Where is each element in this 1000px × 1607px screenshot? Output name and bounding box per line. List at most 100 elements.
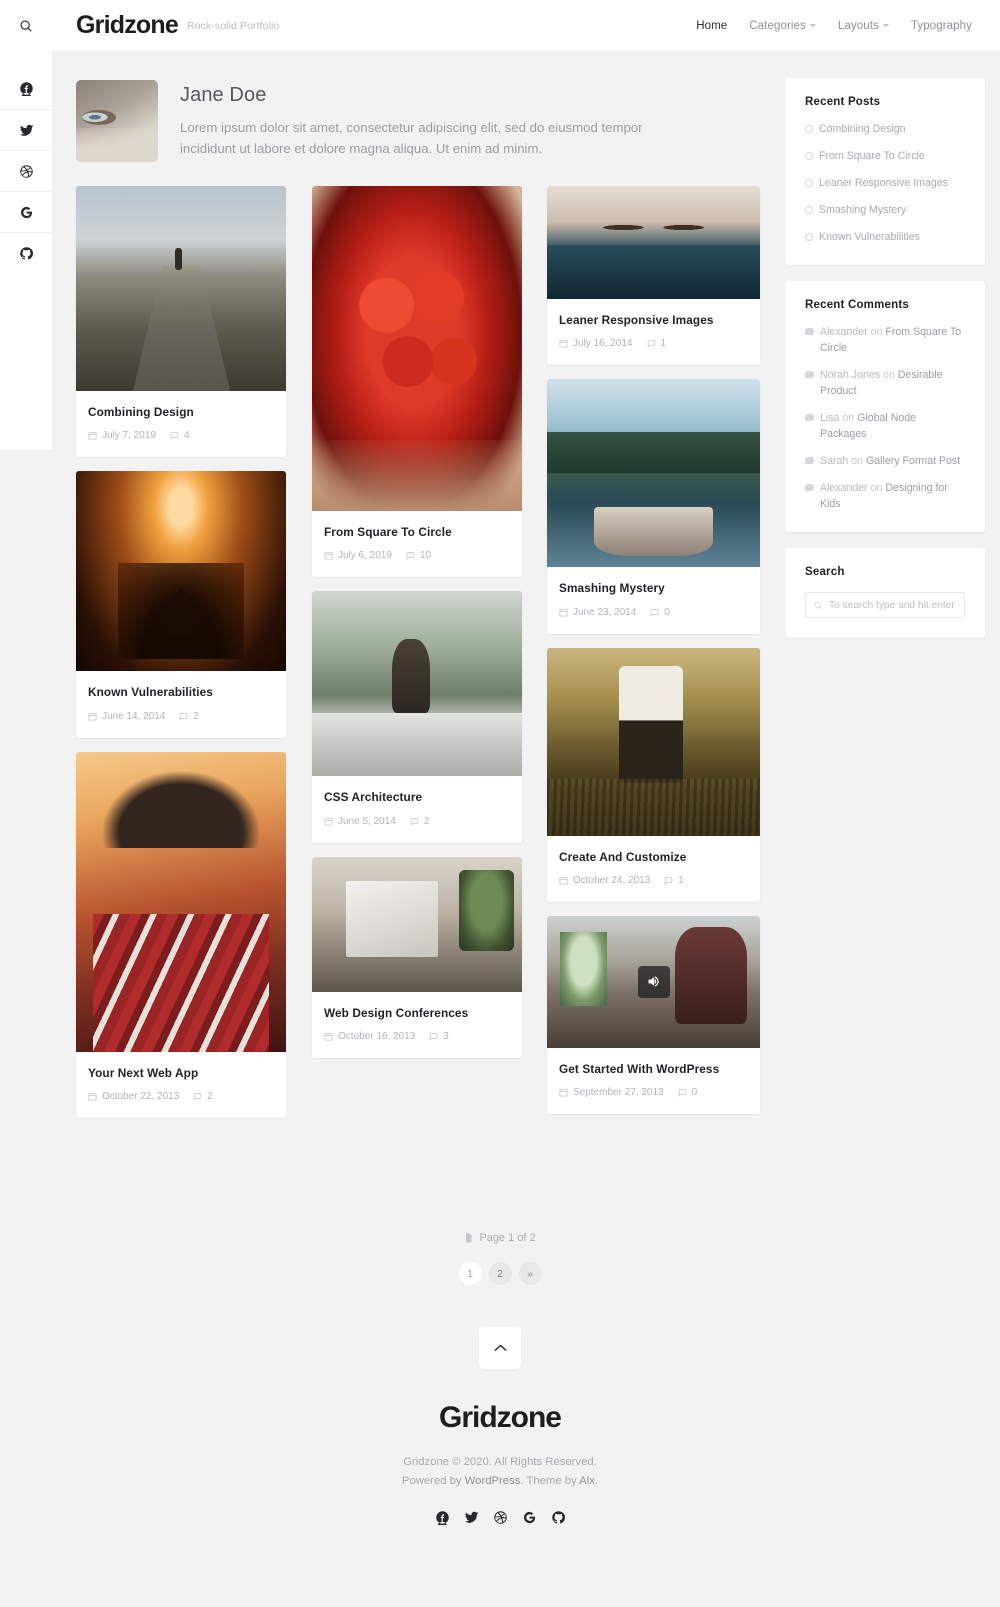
post-comments[interactable]: 2 <box>410 816 429 827</box>
post-title[interactable]: CSS Architecture <box>324 790 510 805</box>
nav-item-home[interactable]: Home <box>696 20 727 32</box>
post-title[interactable]: From Square To Circle <box>324 525 510 540</box>
social-link-github[interactable] <box>0 232 52 273</box>
social-link-dribbble[interactable] <box>0 150 52 191</box>
footer-social-google[interactable] <box>522 1510 537 1530</box>
social-link-google[interactable] <box>0 191 52 232</box>
post-thumbnail[interactable] <box>312 186 522 511</box>
post-title[interactable]: Create And Customize <box>559 850 748 865</box>
search-icon <box>20 20 32 32</box>
post-card[interactable]: Known Vulnerabilities June 14, 2014 2 <box>76 471 286 738</box>
nav-item-layouts[interactable]: Layouts <box>838 20 889 32</box>
post-thumbnail[interactable] <box>547 379 760 568</box>
footer-credits-line: Powered by WordPress. Theme by Alx. <box>0 1472 1000 1491</box>
post-meta: June 14, 2014 2 <box>88 711 274 722</box>
pager-page-2[interactable]: 2 <box>488 1262 512 1285</box>
recent-post-label: Known Vulnerabilities <box>819 230 920 243</box>
post-comments[interactable]: 10 <box>406 550 431 561</box>
recent-posts-list: Combining Design From Square To Circle L… <box>805 122 965 245</box>
author-bio-text: Jane Doe Lorem ipsum dolor sit amet, con… <box>180 80 650 162</box>
wordpress-link[interactable]: WordPress <box>465 1475 521 1487</box>
post-comments[interactable]: 0 <box>650 607 670 618</box>
pager-next[interactable]: » <box>518 1262 542 1285</box>
post-card[interactable]: From Square To Circle July 6, 2019 10 <box>312 186 522 578</box>
post-thumbnail[interactable] <box>76 751 286 1052</box>
post-thumbnail[interactable] <box>76 186 286 391</box>
post-comments[interactable]: 2 <box>179 711 199 722</box>
post-card[interactable]: Web Design Conferences October 16, 2013 … <box>312 856 522 1058</box>
post-thumbnail[interactable] <box>547 915 760 1048</box>
list-item[interactable]: Alexander on Designing for Kids <box>805 481 965 513</box>
search-input[interactable]: To search type and hit enter <box>805 592 965 619</box>
nav-item-typography-label: Typography <box>910 19 972 32</box>
rail-search-button[interactable] <box>0 0 52 52</box>
post-title[interactable]: Combining Design <box>88 405 274 420</box>
widget-search: Search To search type and hit enter <box>785 548 985 639</box>
post-title[interactable]: Known Vulnerabilities <box>88 685 274 700</box>
list-item[interactable]: Alexander on From Square To Circle <box>805 325 965 357</box>
post-card[interactable]: Combining Design July 7, 2019 4 <box>76 186 286 458</box>
nav-item-layouts-label: Layouts <box>837 19 879 32</box>
list-item[interactable]: Combining Design <box>805 122 965 138</box>
post-card[interactable]: Get Started With WordPress September 27,… <box>547 915 760 1115</box>
post-comments-count: 3 <box>443 1030 449 1042</box>
post-card[interactable]: Leaner Responsive Images July 16, 2014 1 <box>547 186 760 366</box>
site-logo[interactable]: Gridzone <box>76 11 179 40</box>
post-title[interactable]: Web Design Conferences <box>324 1006 510 1021</box>
footer-social-dribbble[interactable] <box>493 1510 508 1530</box>
post-title[interactable]: Leaner Responsive Images <box>559 313 748 328</box>
list-item[interactable]: Known Vulnerabilities <box>805 230 965 246</box>
post-comments[interactable]: 1 <box>664 875 684 886</box>
back-to-top-button[interactable] <box>479 1327 521 1369</box>
footer-social-links <box>0 1510 1000 1533</box>
post-format-badge[interactable] <box>637 965 670 998</box>
footer-social-facebook[interactable] <box>435 1510 450 1533</box>
post-date-label: October 24, 2013 <box>573 874 651 886</box>
list-item[interactable]: Lisa on Global Node Packages <box>805 411 965 443</box>
list-item[interactable]: Smashing Mystery <box>805 203 965 219</box>
post-title[interactable]: Your Next Web App <box>88 1066 274 1081</box>
post-thumbnail[interactable] <box>312 591 522 777</box>
theme-author-link[interactable]: Alx <box>579 1475 595 1487</box>
post-comments[interactable]: 0 <box>678 1087 697 1098</box>
list-item[interactable]: Norah Jones on Desirable Product <box>805 368 965 400</box>
comment-entry: Alexander on Designing for Kids <box>820 481 965 513</box>
comment-icon <box>805 483 814 491</box>
footer-social-github[interactable] <box>551 1510 566 1530</box>
post-comments[interactable]: 4 <box>170 430 190 441</box>
facebook-icon <box>19 82 33 96</box>
post-card[interactable]: Create And Customize October 24, 2013 1 <box>547 647 760 902</box>
footer-social-twitter[interactable] <box>464 1510 479 1530</box>
pager-page-1[interactable]: 1 <box>458 1262 482 1285</box>
bullet-circle-icon <box>805 232 813 241</box>
post-thumbnail[interactable] <box>76 471 286 672</box>
post-thumbnail[interactable] <box>312 856 522 992</box>
post-comments[interactable]: 1 <box>647 338 666 349</box>
nav-item-categories[interactable]: Categories <box>749 20 816 32</box>
comment-post[interactable]: Gallery Format Post <box>866 455 960 467</box>
post-date: October 22, 2013 <box>88 1091 179 1102</box>
post-comments[interactable]: 2 <box>193 1091 213 1102</box>
post-comments[interactable]: 3 <box>429 1031 449 1042</box>
comment-on: on <box>842 412 855 425</box>
search-icon <box>815 601 823 610</box>
comment-icon <box>805 328 814 336</box>
post-date-label: October 16, 2013 <box>338 1030 416 1042</box>
post-thumbnail[interactable] <box>547 647 760 836</box>
post-title[interactable]: Get Started With WordPress <box>559 1062 748 1077</box>
post-body: Web Design Conferences October 16, 2013 … <box>312 992 522 1058</box>
post-card[interactable]: Your Next Web App October 22, 2013 2 <box>76 751 286 1118</box>
list-item[interactable]: Leaner Responsive Images <box>805 176 965 192</box>
nav-item-typography[interactable]: Typography <box>911 20 972 32</box>
post-card[interactable]: Smashing Mystery June 23, 2014 0 <box>547 379 760 634</box>
post-card[interactable]: CSS Architecture June 5, 2014 2 <box>312 591 522 843</box>
twitter-icon <box>464 1512 478 1523</box>
social-link-twitter[interactable] <box>0 109 52 150</box>
post-thumbnail[interactable] <box>547 186 760 299</box>
post-date: September 27, 2013 <box>559 1087 664 1098</box>
social-link-facebook[interactable] <box>0 68 52 109</box>
calendar-icon <box>559 340 568 348</box>
list-item[interactable]: Sarah on Gallery Format Post <box>805 454 965 470</box>
list-item[interactable]: From Square To Circle <box>805 149 965 165</box>
post-title[interactable]: Smashing Mystery <box>559 581 748 596</box>
